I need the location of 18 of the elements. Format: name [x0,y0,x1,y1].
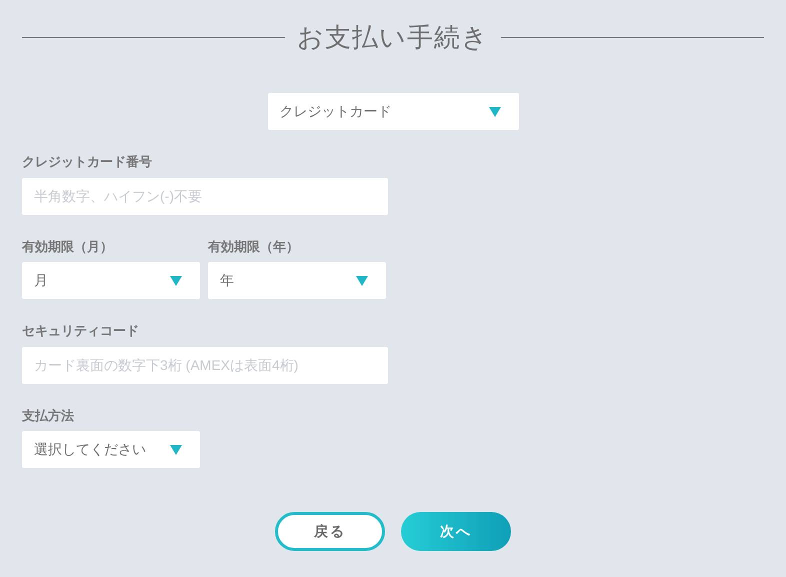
field-label: セキュリティコード [22,322,139,340]
dropdown-arrow-icon [488,106,500,116]
field-label: クレジットカード番号 [22,153,152,171]
dropdown[interactable]: クレジットカード [268,93,518,130]
input-field[interactable]: 半角数字、ハイフン(-)不要 [22,178,388,214]
dropdown-arrow-icon [356,276,368,286]
next-button[interactable]: 次へ [401,512,511,551]
field-label: 有効期限（年） [208,238,299,256]
input-field[interactable]: カード裏面の数字下3桁 (AMEXは表面4桁) [22,346,388,384]
page-title: お支払い手続き [297,21,489,54]
dropdown[interactable]: 年 [208,262,386,299]
dropdown-arrow-icon [170,444,182,454]
dropdown[interactable]: 月 [22,262,200,299]
field-label: 支払方法 [22,406,74,424]
back-button[interactable]: 戻る [275,512,385,551]
dropdown[interactable]: 選択してください [22,431,200,468]
dropdown-arrow-icon [170,276,182,286]
field-label: 有効期限（月） [22,238,113,256]
